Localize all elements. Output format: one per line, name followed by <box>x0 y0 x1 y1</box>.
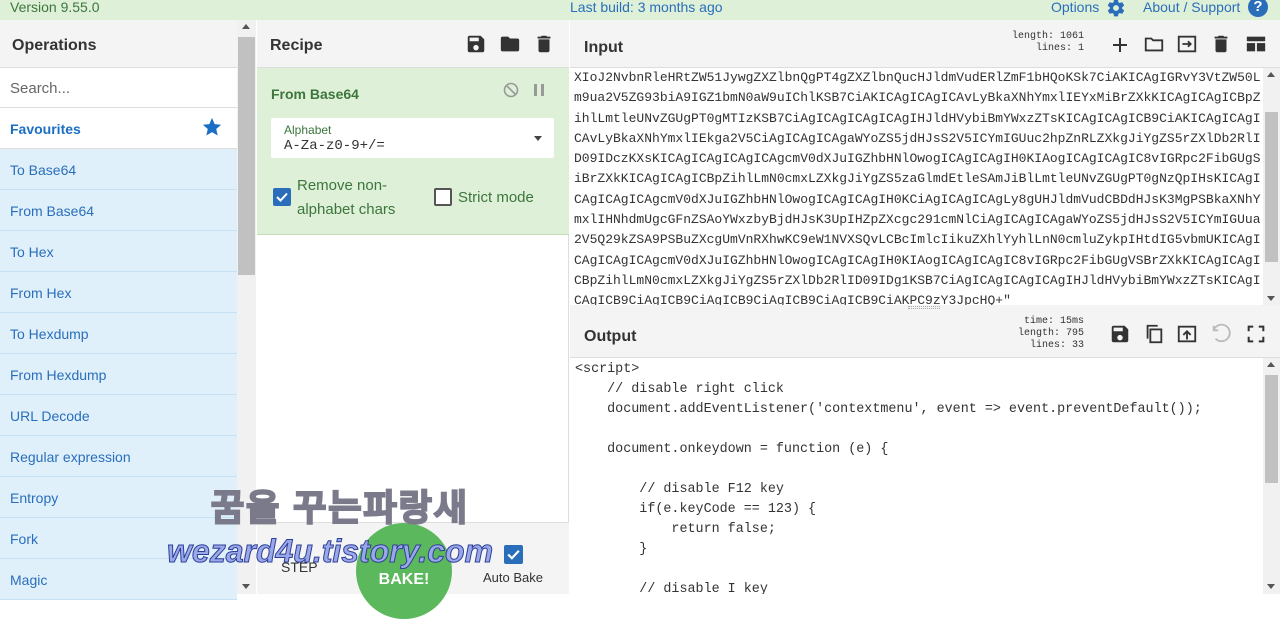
scroll-up-icon[interactable] <box>1267 362 1275 367</box>
strict-mode-checkbox[interactable] <box>434 188 452 206</box>
copy-icon[interactable] <box>1143 323 1165 345</box>
input-header: Input length: 1061 lines: 1 <box>570 20 1280 68</box>
help-icon[interactable]: ? <box>1248 0 1268 17</box>
recipe-operation-card[interactable]: From Base64 Alphabet A-Za-z0-9+/= Remove… <box>257 68 569 235</box>
scrollbar-thumb[interactable] <box>1265 112 1278 262</box>
star-icon <box>201 116 223 138</box>
operation-regular-expression[interactable]: Regular expression <box>0 436 237 477</box>
input-length: 1061 <box>1059 31 1084 42</box>
favourites-label: Favourites <box>10 121 81 137</box>
output-time: 15ms <box>1059 316 1084 327</box>
grip-icon[interactable] <box>908 306 940 309</box>
length-label: length: <box>1011 31 1054 42</box>
output-title: Output <box>584 328 637 345</box>
options-link[interactable]: Options <box>1051 0 1099 14</box>
auto-bake-checkbox[interactable] <box>504 545 523 564</box>
layout-icon[interactable] <box>1245 33 1267 55</box>
input-textarea[interactable]: XIoJ2NvbnRleHRtZW51JywgZXZlbnQgPT4gZXZlb… <box>574 68 1264 308</box>
version-label: Version 9.55.0 <box>10 0 100 15</box>
gear-icon[interactable] <box>1105 0 1127 18</box>
alphabet-label: Alphabet <box>284 123 332 137</box>
scroll-down-icon[interactable] <box>242 584 250 589</box>
favourites-category[interactable]: Favourites <box>0 108 237 149</box>
operation-entropy[interactable]: Entropy <box>0 477 237 518</box>
load-file-icon[interactable] <box>1176 33 1198 55</box>
input-panel: Input length: 1061 lines: 1 XIoJ2NvbnRle… <box>570 20 1280 310</box>
remove-non-alphabet-checkbox[interactable] <box>273 188 291 206</box>
lines-label: lines: <box>1035 43 1072 54</box>
alphabet-select[interactable]: Alphabet A-Za-z0-9+/= <box>271 118 554 158</box>
replace-input-icon[interactable] <box>1176 323 1198 345</box>
recipe-title: Recipe <box>270 37 323 54</box>
pause-icon[interactable] <box>533 83 545 97</box>
recipe-panel: Recipe From Base64 Alphabet A-Za-z0-9+/=… <box>166 20 569 619</box>
auto-bake-label: Auto Bake <box>483 570 543 585</box>
recipe-header: Recipe <box>257 20 569 68</box>
operation-url-decode[interactable]: URL Decode <box>0 395 237 436</box>
output-length: 795 <box>1065 328 1084 339</box>
recipe-footer: STEP BAKE! Auto Bake 꿈을 꾸는파랑새 wezard4u.t… <box>166 486 569 619</box>
trash-icon[interactable] <box>533 33 555 55</box>
save-icon[interactable] <box>1109 323 1131 345</box>
operation-to-hexdump[interactable]: To Hexdump <box>0 313 237 354</box>
strict-mode-label: Strict mode <box>458 189 534 206</box>
output-scrollbar[interactable] <box>1263 358 1280 594</box>
alphabet-value: A-Za-z0-9+/= <box>284 138 385 154</box>
open-folder-icon[interactable] <box>1143 33 1165 55</box>
last-build-link[interactable]: Last build: 3 months ago <box>570 0 723 14</box>
folder-icon[interactable] <box>499 33 521 55</box>
search-input[interactable]: Search... <box>0 68 237 108</box>
output-stats: time: 15ms length: 795 lines: 33 <box>1010 316 1084 352</box>
maximize-icon[interactable] <box>1245 323 1267 345</box>
watermark-url: wezard4u.tistory.com <box>166 533 494 570</box>
remove-non-alphabet-label: Remove non-alphabet chars <box>297 177 396 218</box>
operations-title: Operations <box>0 20 237 68</box>
output-text[interactable]: <script> // disable right click document… <box>575 360 1265 594</box>
scrollbar-thumb[interactable] <box>238 37 255 275</box>
scroll-up-icon[interactable] <box>242 24 250 29</box>
input-stats: length: 1061 lines: 1 <box>1010 31 1084 55</box>
trash-icon[interactable] <box>1210 33 1232 55</box>
about-support-link[interactable]: About / Support <box>1143 0 1240 14</box>
operation-from-base64[interactable]: From Base64 <box>0 190 237 231</box>
scroll-down-icon[interactable] <box>1267 584 1275 589</box>
time-label: time: <box>1023 316 1054 327</box>
operation-to-hex[interactable]: To Hex <box>0 231 237 272</box>
top-banner: Version 9.55.0 Last build: 3 months ago … <box>0 0 1280 20</box>
scroll-up-icon[interactable] <box>1267 72 1275 77</box>
chevron-down-icon <box>534 136 542 141</box>
operation-from-hexdump[interactable]: From Hexdump <box>0 354 237 395</box>
operation-name: From Base64 <box>271 86 359 102</box>
length-label: length: <box>1017 328 1060 339</box>
input-lines: 1 <box>1077 43 1084 54</box>
operation-from-hex[interactable]: From Hex <box>0 272 237 313</box>
lines-label: lines: <box>1029 340 1066 351</box>
operation-to-base64[interactable]: To Base64 <box>0 149 237 190</box>
output-header: Output time: 15ms length: 795 lines: 33 <box>570 310 1280 358</box>
disable-icon[interactable] <box>503 82 519 98</box>
save-icon[interactable] <box>465 33 487 55</box>
output-lines: 33 <box>1071 340 1084 351</box>
undo-icon[interactable] <box>1210 323 1232 345</box>
output-panel: Output time: 15ms length: 795 lines: 33 … <box>570 310 1280 594</box>
input-scrollbar[interactable] <box>1263 68 1280 308</box>
input-title: Input <box>584 39 624 56</box>
add-tab-icon[interactable] <box>1110 35 1132 57</box>
watermark-title: 꿈을 꾸는파랑새 <box>210 486 469 529</box>
scroll-down-icon[interactable] <box>1267 296 1275 301</box>
scrollbar-thumb[interactable] <box>1265 375 1278 483</box>
